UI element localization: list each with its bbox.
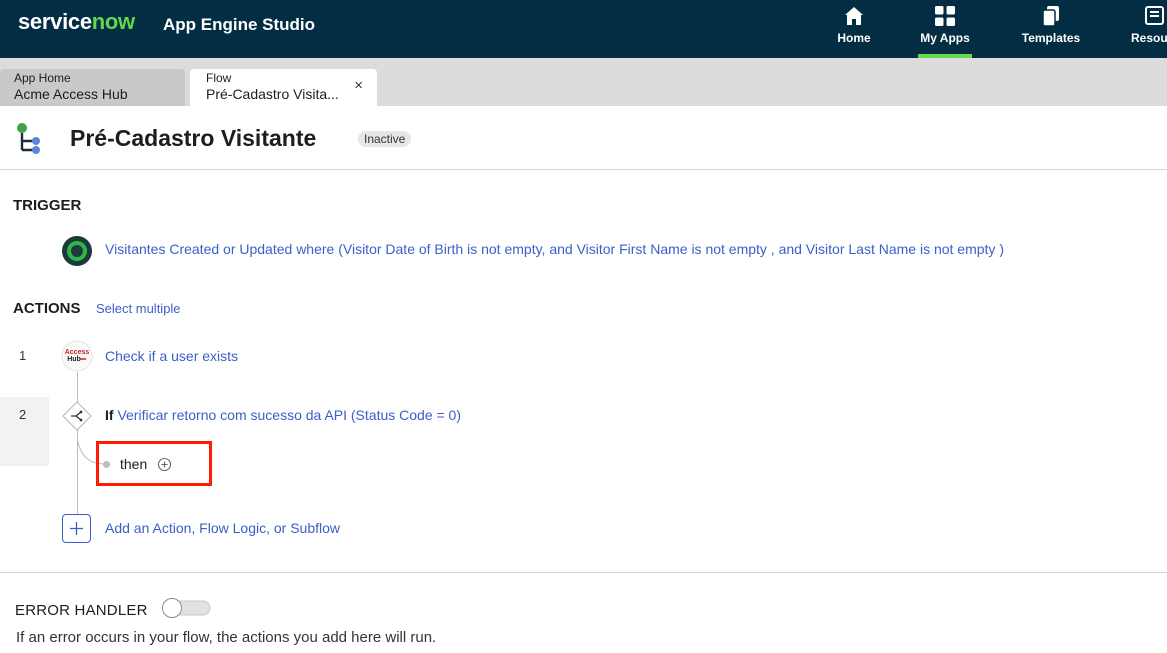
home-icon: [845, 7, 863, 25]
section-divider: [0, 572, 1167, 573]
nav-resources-label: Resou: [1131, 31, 1167, 45]
resources-icon: [1145, 6, 1164, 25]
trigger-heading: TRIGGER: [13, 197, 82, 214]
grid-icon: [935, 6, 955, 26]
action-if-condition[interactable]: If Verificar retorno com sucesso da API …: [105, 407, 461, 423]
if-keyword: If: [105, 407, 114, 423]
branch-icon: [62, 401, 92, 431]
nav-templates-label: Templates: [1021, 31, 1081, 45]
nav-templates[interactable]: Templates: [1016, 4, 1086, 58]
app-title: App Engine Studio: [163, 15, 316, 34]
actions-heading: ACTIONS: [13, 300, 81, 317]
trigger-record-icon: [62, 236, 92, 266]
error-handler-heading: ERROR HANDLER: [15, 602, 148, 619]
connector-dot: [103, 461, 110, 468]
brand-now-text: now: [91, 9, 135, 34]
step-number: 2: [19, 407, 27, 422]
then-label: then: [120, 456, 148, 472]
add-action-button[interactable]: [62, 514, 91, 543]
step-number: 1: [19, 348, 27, 363]
if-condition-label: Verificar retorno com sucesso da API (St…: [117, 407, 462, 423]
page-title: Pré-Cadastro Visitante: [70, 125, 317, 151]
tab-flow[interactable]: Flow Pré-Cadastro Visita... ×: [190, 69, 377, 106]
access-hub-icon: Access Hub: [61, 340, 93, 372]
add-action-label[interactable]: Add an Action, Flow Logic, or Subflow: [105, 520, 340, 536]
tab-flow-type: Flow: [206, 71, 232, 85]
nav-home[interactable]: Home: [826, 4, 882, 58]
svg-text:Access: Access: [65, 349, 90, 356]
tab-strip: App Home Acme Access Hub Flow Pré-Cadast…: [0, 58, 1167, 106]
tab-app-home[interactable]: App Home Acme Access Hub: [0, 69, 185, 106]
top-navigation-bar: servicenow App Engine Studio Home My App…: [0, 0, 1167, 58]
trigger-condition-link[interactable]: Visitantes Created or Updated where (Vis…: [105, 241, 1004, 257]
nav-my-apps[interactable]: My Apps: [918, 4, 972, 58]
tab-flow-title: Pré-Cadastro Visita...: [206, 86, 339, 102]
nav-my-apps-label: My Apps: [920, 31, 970, 45]
action-check-user-exists[interactable]: Check if a user exists: [105, 348, 238, 364]
add-circle-icon[interactable]: [157, 457, 172, 472]
tab-app-home-title: Acme Access Hub: [14, 86, 128, 102]
plus-icon: [70, 522, 83, 535]
select-multiple-link[interactable]: Select multiple: [96, 301, 181, 316]
templates-icon: [1042, 6, 1059, 27]
nav-resources[interactable]: Resou: [1124, 4, 1167, 58]
flow-header: Pré-Cadastro Visitante Inactive: [0, 106, 1167, 170]
error-handler-description: If an error occurs in your flow, the act…: [16, 629, 437, 646]
nav-home-label: Home: [837, 31, 871, 45]
tab-app-home-type: App Home: [14, 71, 71, 85]
flow-icon: [17, 123, 40, 154]
error-handler-toggle[interactable]: [160, 598, 211, 618]
svg-text:Hub: Hub: [67, 356, 81, 363]
brand-service-text: service: [18, 9, 92, 34]
status-badge: Inactive: [358, 131, 412, 147]
then-highlight-box: [96, 441, 212, 486]
close-icon[interactable]: ×: [354, 77, 363, 94]
servicenow-logo[interactable]: servicenow: [18, 9, 135, 35]
